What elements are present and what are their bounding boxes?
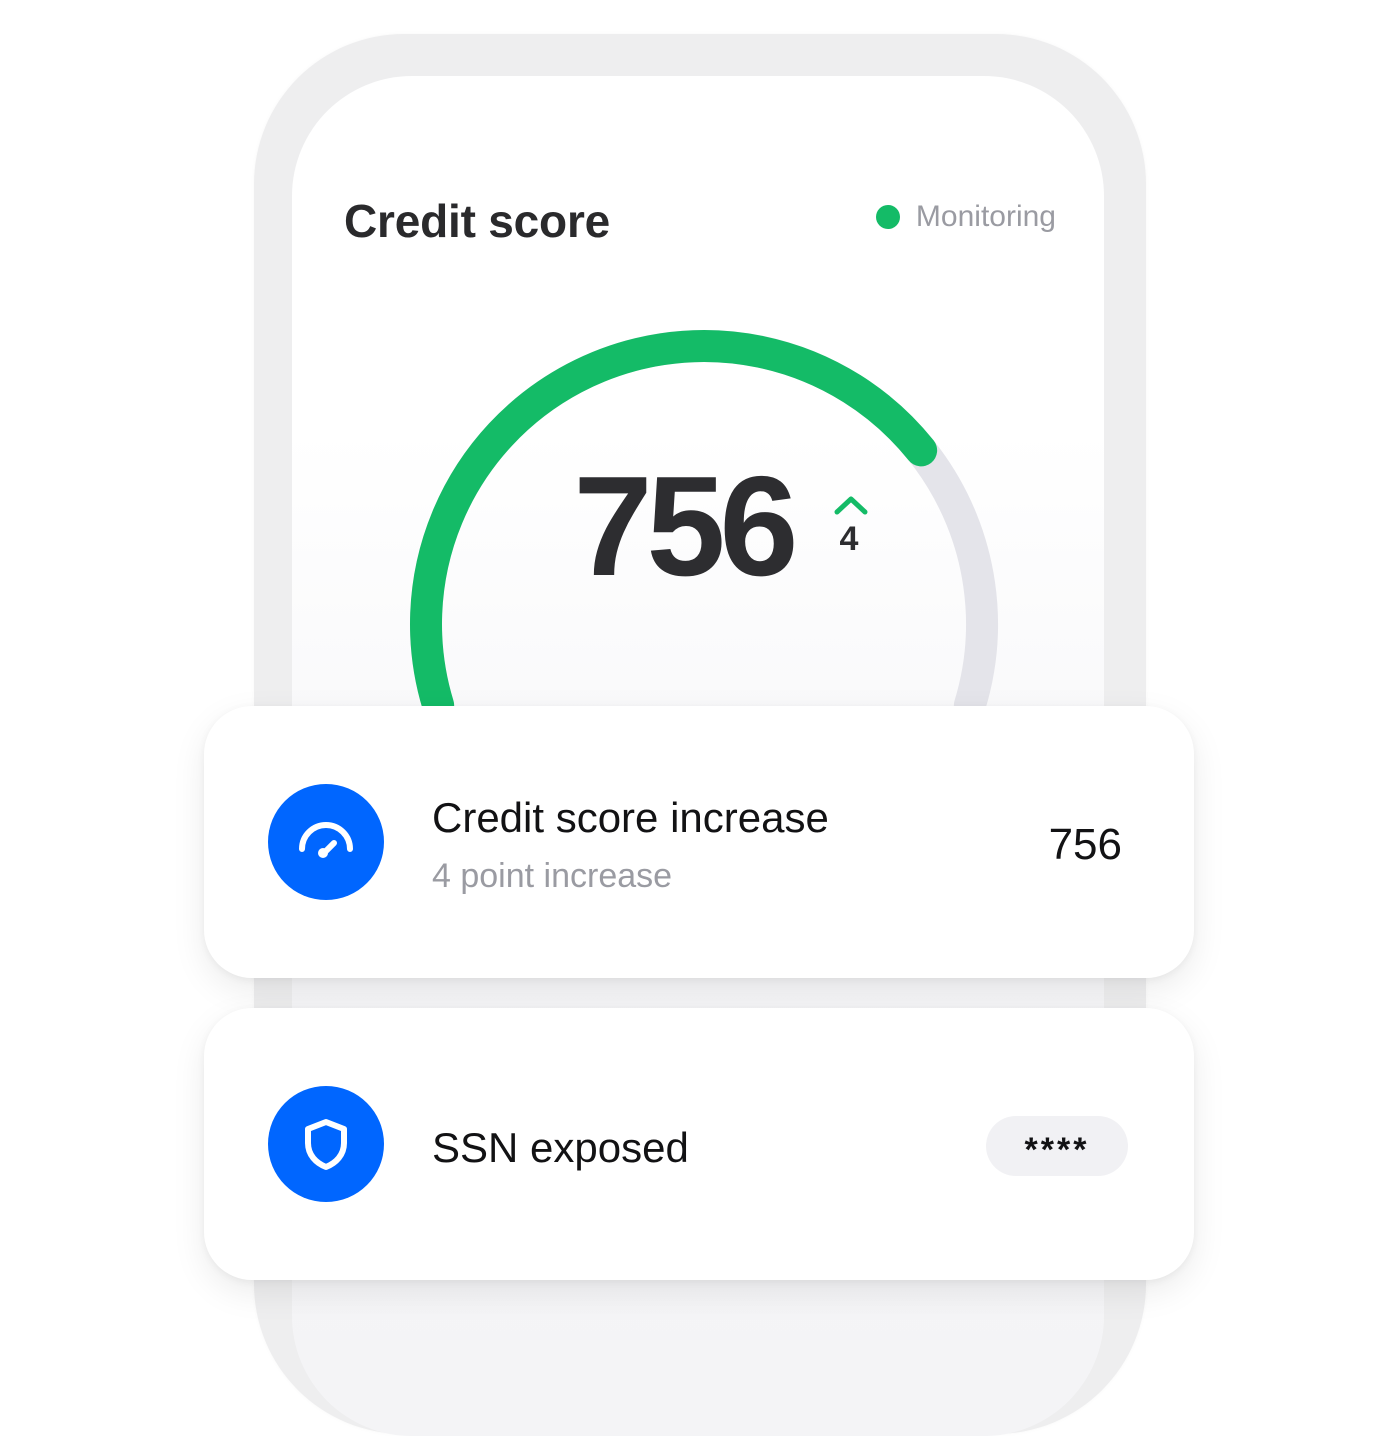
masked-ssn-pill: **** <box>986 1116 1128 1176</box>
shield-icon <box>305 1119 347 1170</box>
card-subtitle: 4 point increase <box>432 857 673 895</box>
ssn-exposed-card[interactable]: SSN exposed **** <box>204 1008 1194 1280</box>
trend-up-icon <box>834 496 868 515</box>
card-title: Credit score increase <box>432 794 829 841</box>
credit-score-change: 4 <box>839 520 859 558</box>
speedometer-icon <box>299 822 353 858</box>
shield-icon-badge <box>268 1086 384 1202</box>
credit-score-value: 756 <box>573 447 799 606</box>
card-score-value: 756 <box>1048 820 1122 869</box>
credit-score-increase-card[interactable]: Credit score increase 4 point increase 7… <box>204 706 1194 978</box>
speedometer-icon-badge <box>268 784 384 900</box>
card-title: SSN exposed <box>432 1124 689 1171</box>
